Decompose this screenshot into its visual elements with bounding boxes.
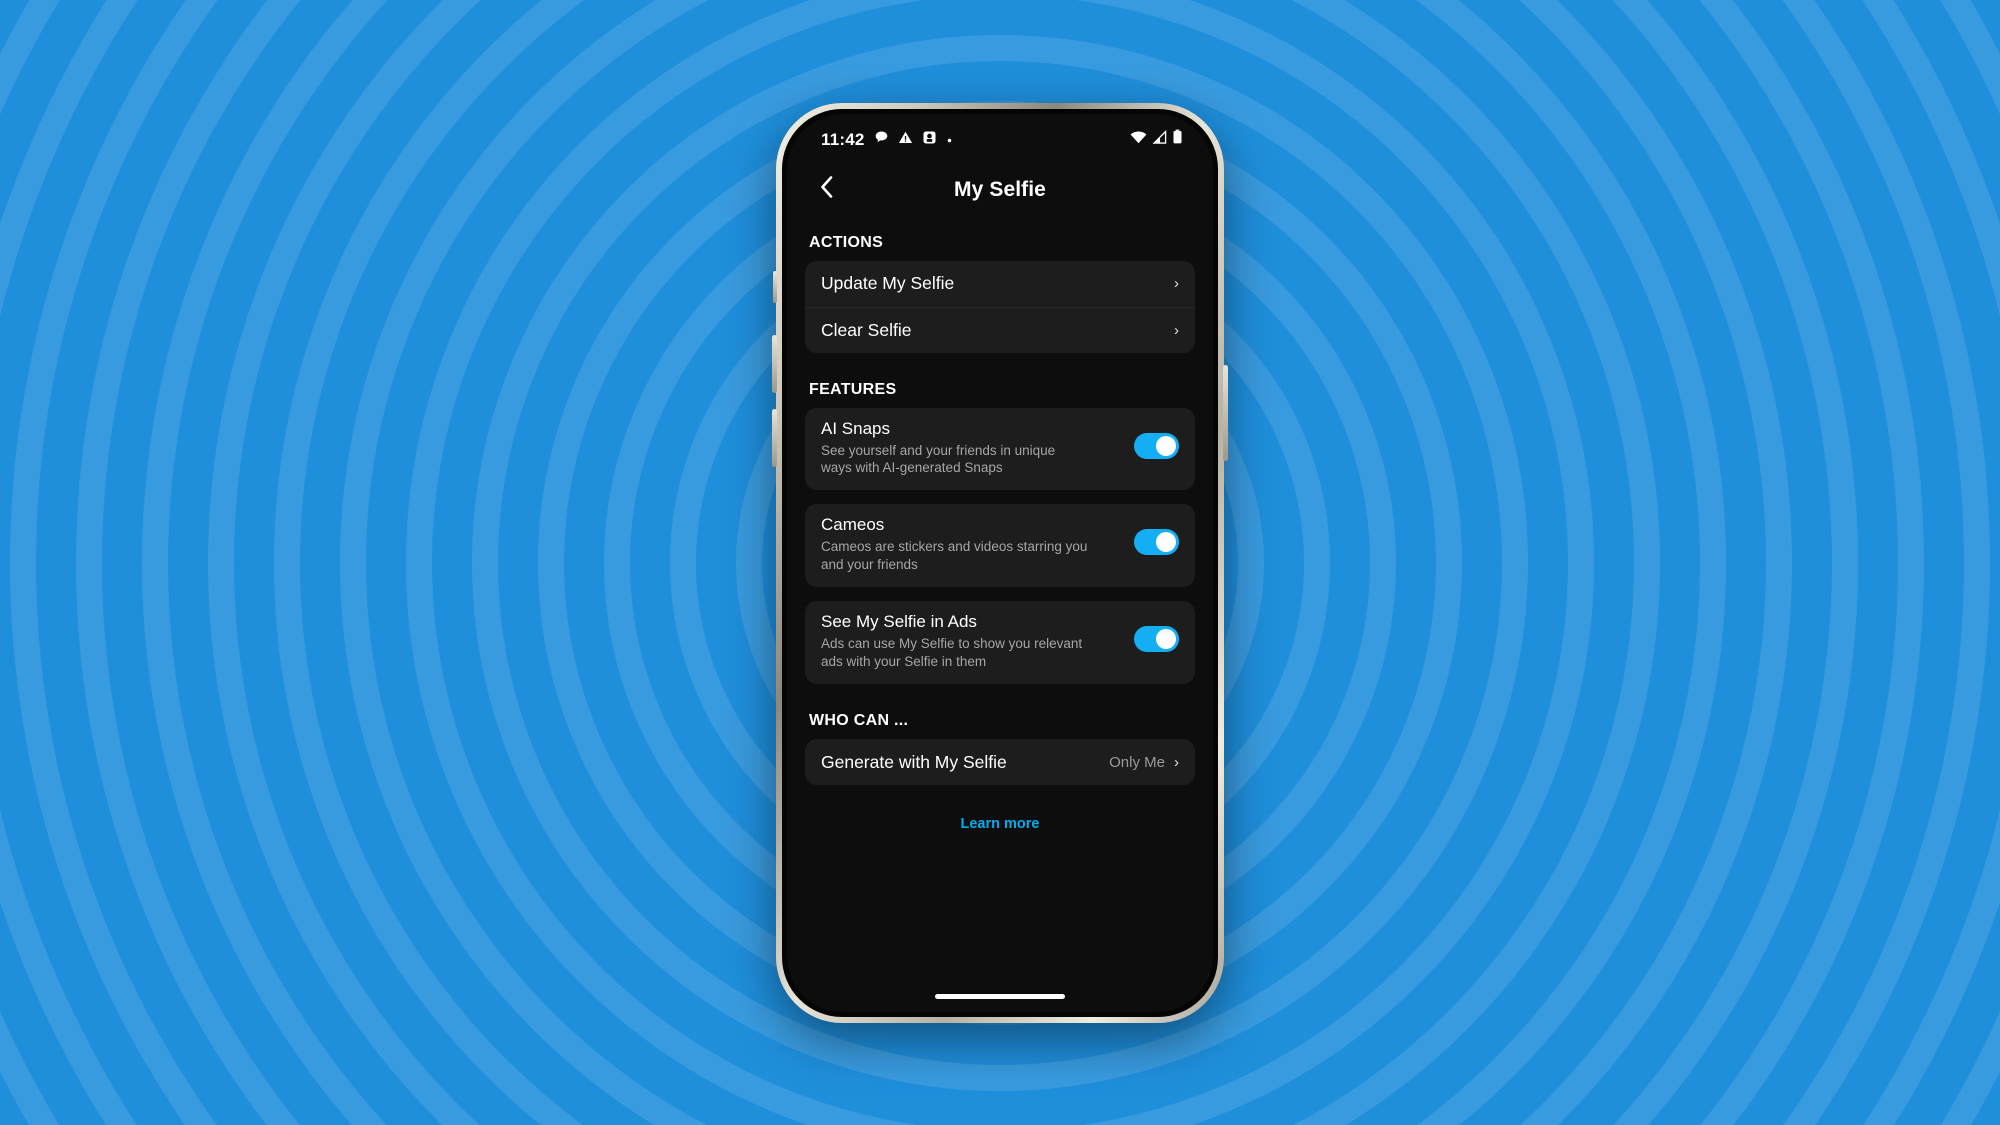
toggle-subtitle: See yourself and your friends in unique …	[821, 442, 1056, 476]
toggle-knob	[1156, 629, 1176, 650]
phone-bezel: 11:42 My Selfie ACTIONS Update My Selfie…	[782, 108, 1218, 1017]
chevron-right-icon: ›	[1174, 753, 1179, 771]
row-value: Only Me	[1109, 753, 1165, 771]
row-right: Only Me ›	[1109, 754, 1179, 771]
toggle-title: See My Selfie in Ads	[821, 612, 977, 632]
toggle-text: Cameos Cameos are stickers and videos st…	[821, 515, 1120, 574]
phone-screen: 11:42 My Selfie ACTIONS Update My Selfie…	[787, 113, 1213, 1012]
toggle-title: AI Snaps	[821, 418, 890, 438]
row-right: ›	[1174, 323, 1179, 338]
volume-up-button[interactable]	[772, 334, 777, 393]
home-indicator[interactable]	[935, 994, 1065, 999]
page-title: My Selfie	[954, 177, 1046, 201]
row-label: Generate with My Selfie	[821, 751, 1007, 772]
battery-icon	[1172, 129, 1183, 150]
toggle-knob	[1156, 435, 1176, 456]
settings-content: ACTIONS Update My Selfie › Clear Selfie …	[787, 220, 1213, 982]
row-clear-selfie[interactable]: Clear Selfie ›	[805, 306, 1195, 353]
chat-bubble-icon	[874, 130, 889, 150]
actions-card: Update My Selfie › Clear Selfie ›	[805, 260, 1195, 353]
chevron-right-icon: ›	[1174, 275, 1179, 292]
silent-switch-button[interactable]	[773, 270, 777, 303]
row-right: ›	[1174, 276, 1179, 291]
cellular-signal-icon	[1152, 129, 1167, 150]
nav-header: My Selfie	[787, 160, 1213, 220]
toggle-switch-see-my-selfie-in-ads[interactable]	[1134, 626, 1179, 653]
phone-frame: 11:42 My Selfie ACTIONS Update My Selfie…	[772, 102, 1228, 1023]
toggle-text: AI Snaps See yourself and your friends i…	[821, 419, 1120, 478]
who-can-card: Generate with My Selfie Only Me ›	[805, 739, 1195, 786]
toggle-row-cameos[interactable]: Cameos Cameos are stickers and videos st…	[805, 504, 1195, 587]
learn-more-container: Learn more	[805, 799, 1195, 833]
warning-triangle-icon	[898, 130, 913, 150]
wifi-icon	[1130, 130, 1147, 150]
toggle-title: Cameos	[821, 515, 885, 535]
chevron-left-icon	[820, 176, 833, 203]
row-label: Clear Selfie	[821, 319, 912, 340]
phone-mockup: 11:42 My Selfie ACTIONS Update My Selfie…	[750, 76, 1250, 1049]
section-title-who-can: WHO CAN ...	[809, 712, 909, 730]
toggle-switch-cameos[interactable]	[1134, 529, 1179, 556]
status-bar-right	[1130, 129, 1183, 150]
row-update-my-selfie[interactable]: Update My Selfie ›	[805, 261, 1195, 307]
back-button[interactable]	[809, 173, 843, 207]
status-bar-left: 11:42	[821, 130, 953, 150]
app-badge-icon	[922, 130, 937, 150]
chevron-right-icon: ›	[1174, 321, 1179, 339]
power-button[interactable]	[1223, 364, 1228, 461]
toggle-subtitle: Cameos are stickers and videos starring …	[821, 539, 1088, 573]
row-label: Update My Selfie	[821, 273, 955, 293]
row-generate-with-my-selfie[interactable]: Generate with My Selfie Only Me ›	[805, 739, 1195, 785]
dot-icon	[946, 131, 953, 149]
feature-card-cameos: Cameos Cameos are stickers and videos st…	[805, 504, 1195, 588]
volume-down-button[interactable]	[772, 408, 777, 467]
toggle-row-see-my-selfie-in-ads[interactable]: See My Selfie in Ads Ads can use My Self…	[805, 601, 1195, 684]
toggle-text: See My Selfie in Ads Ads can use My Self…	[821, 612, 1120, 671]
section-title-actions: ACTIONS	[809, 233, 884, 251]
feature-card-see-my-selfie-in-ads: See My Selfie in Ads Ads can use My Self…	[805, 601, 1195, 685]
feature-card-ai-snaps: AI Snaps See yourself and your friends i…	[805, 407, 1195, 491]
toggle-knob	[1156, 532, 1176, 553]
status-bar: 11:42	[787, 114, 1213, 160]
toggle-subtitle: Ads can use My Selfie to show you releva…	[821, 636, 1083, 670]
learn-more-link[interactable]: Learn more	[961, 816, 1040, 832]
toggle-switch-ai-snaps[interactable]	[1134, 432, 1179, 459]
home-indicator-container	[787, 982, 1213, 1012]
status-time: 11:42	[821, 129, 865, 149]
toggle-row-ai-snaps[interactable]: AI Snaps See yourself and your friends i…	[805, 408, 1195, 491]
section-title-features: FEATURES	[809, 380, 897, 398]
